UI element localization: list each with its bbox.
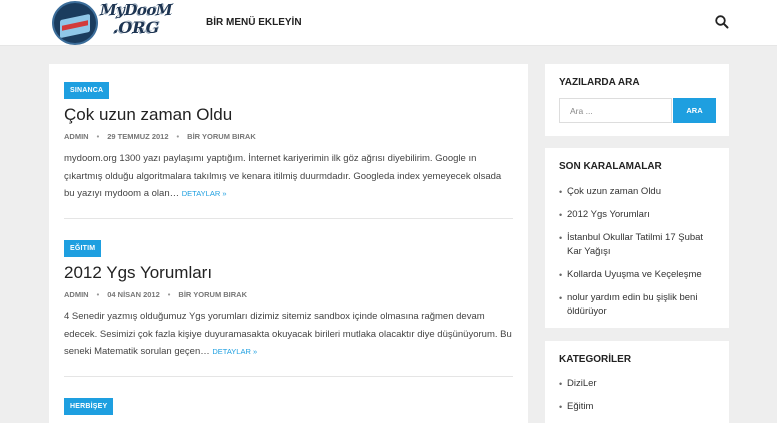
logo-line-1: MyDooM [100, 1, 172, 19]
post-meta: ADMIN • 04 NİSAN 2012 • BİR YORUM BIRAK [64, 290, 513, 300]
logo-line-2: .ORG [112, 18, 160, 37]
post-divider [64, 218, 513, 219]
post-author[interactable]: ADMIN [64, 132, 89, 141]
logo-text: MyDooM .ORG [99, 3, 173, 36]
meta-separator: • [96, 290, 100, 299]
meta-separator: • [167, 290, 171, 299]
post-category-badge[interactable]: SINANCA [64, 82, 110, 99]
list-item: 2012 Ygs Yorumları [559, 208, 719, 222]
meta-separator: • [96, 132, 100, 141]
site-logo[interactable]: MyDooM .ORG [49, 0, 173, 46]
post-date[interactable]: 29 TEMMUZ 2012 [107, 132, 168, 141]
read-more-link[interactable]: DETAYLAR » [212, 347, 257, 356]
post-meta: ADMIN • 29 TEMMUZ 2012 • BİR YORUM BIRAK [64, 132, 513, 142]
categories-list: DiziLer Eğitim [559, 377, 719, 423]
post-article: SINANCA Çok uzun zaman Oldu ADMIN • 29 TEM… [64, 79, 513, 203]
site-header: MyDooM .ORG BİR MENÜ EKLEYİN [0, 0, 777, 46]
recent-posts-widget: SON KARALAMALAR Çok uzun zaman Oldu 2012… [545, 148, 729, 328]
post-excerpt-text: mydoom.org 1300 yazı paylaşımı yaptığım.… [64, 153, 502, 199]
categories-widget: KATEGORİLER DiziLer Eğitim [545, 341, 729, 423]
widget-title: KATEGORİLER [559, 354, 632, 365]
post-excerpt: 4 Senedir yazmış olduğumuz Ygs yorumları… [64, 308, 513, 361]
post-title-link[interactable]: Çok uzun zaman Oldu [64, 105, 232, 124]
widget-title: YAZILARDA ARA [559, 77, 640, 88]
recent-post-link[interactable]: nolur yardım edin bu şişlik beni öldürüy… [567, 292, 697, 317]
post-article: HERBİŞEY [64, 395, 513, 415]
nav-menu-link[interactable]: BİR MENÜ EKLEYİN [206, 17, 302, 28]
post-title-link[interactable]: 2012 Ygs Yorumları [64, 263, 212, 282]
search-widget: YAZILARDA ARA ARA [545, 64, 729, 136]
read-more-link[interactable]: DETAYLAR » [182, 189, 227, 198]
recent-post-link[interactable]: Kollarda Uyuşma ve Keçeleşme [567, 269, 702, 280]
post-divider [64, 376, 513, 377]
search-icon[interactable] [714, 14, 730, 30]
list-item: DiziLer [559, 377, 719, 391]
post-title[interactable]: 2012 Ygs Yorumları [64, 263, 513, 283]
post-article: EĞITIM 2012 Ygs Yorumları ADMIN • 04 NİSAN… [64, 237, 513, 361]
search-input[interactable] [559, 98, 672, 123]
post-category-badge[interactable]: EĞITIM [64, 240, 102, 257]
post-excerpt-text: 4 Senedir yazmış olduğumuz Ygs yorumları… [64, 311, 512, 357]
post-author[interactable]: ADMIN [64, 290, 89, 299]
post-category-badge[interactable]: HERBİŞEY [64, 398, 114, 415]
post-comments-link[interactable]: BİR YORUM BIRAK [178, 290, 247, 299]
category-link[interactable]: DiziLer [567, 378, 597, 389]
post-date[interactable]: 04 NİSAN 2012 [107, 290, 160, 299]
post-excerpt: mydoom.org 1300 yazı paylaşımı yaptığım.… [64, 150, 513, 203]
category-link[interactable]: Eğitim [567, 401, 593, 412]
recent-posts-list: Çok uzun zaman Oldu 2012 Ygs Yorumları İ… [559, 185, 719, 328]
widget-title: SON KARALAMALAR [559, 161, 662, 172]
meta-separator: • [176, 132, 180, 141]
list-item: Çok uzun zaman Oldu [559, 185, 719, 199]
post-comments-link[interactable]: BİR YORUM BIRAK [187, 132, 256, 141]
post-title[interactable]: Çok uzun zaman Oldu [64, 105, 513, 125]
search-submit-button[interactable]: ARA [673, 98, 716, 123]
list-item: Eğitim [559, 400, 719, 414]
recent-post-link[interactable]: 2012 Ygs Yorumları [567, 209, 650, 220]
recent-post-link[interactable]: İstanbul Okullar Tatilmi 17 Şubat Kar Ya… [567, 232, 703, 257]
list-item: Kollarda Uyuşma ve Keçeleşme [559, 268, 719, 282]
list-item: İstanbul Okullar Tatilmi 17 Şubat Kar Ya… [559, 231, 719, 259]
posts-column: SINANCA Çok uzun zaman Oldu ADMIN • 29 TEM… [49, 64, 528, 423]
logo-emblem [52, 1, 98, 45]
recent-post-link[interactable]: Çok uzun zaman Oldu [567, 186, 661, 197]
list-item: nolur yardım edin bu şişlik beni öldürüy… [559, 291, 719, 319]
